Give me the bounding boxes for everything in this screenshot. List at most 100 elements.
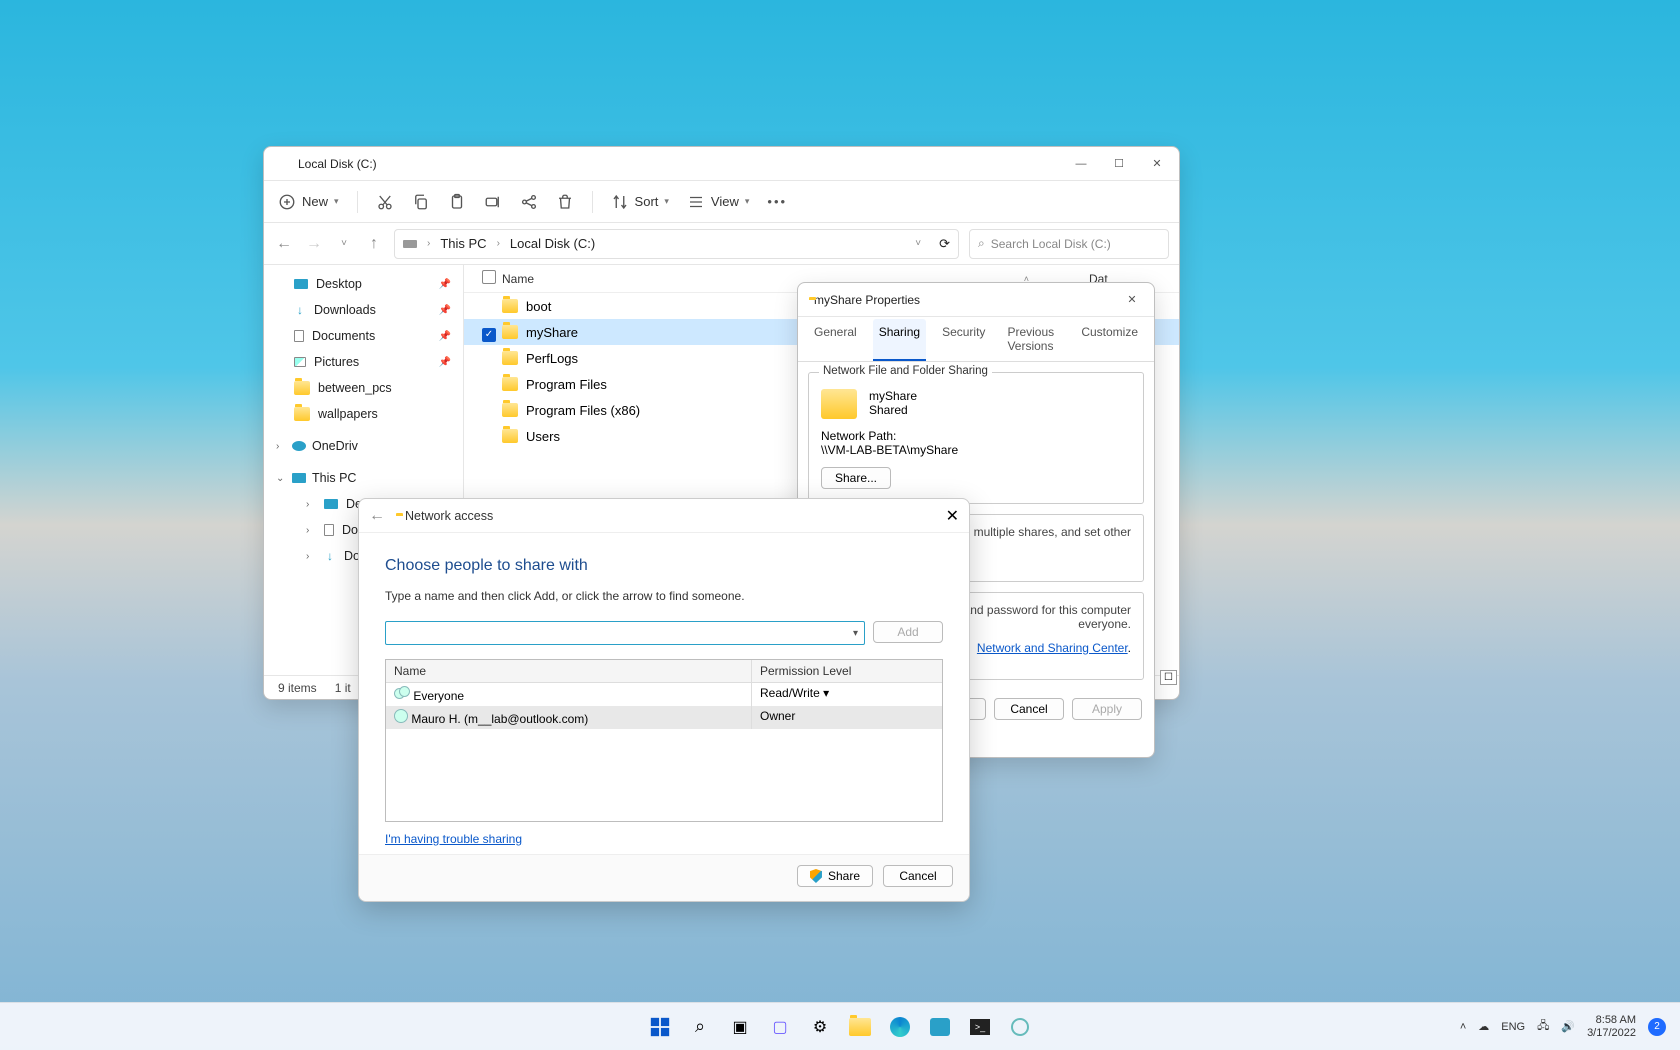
rename-icon[interactable] (484, 193, 502, 211)
share-button[interactable]: Share... (821, 467, 891, 489)
chevron-down-icon: ⌄ (276, 473, 286, 484)
tab-sharing[interactable]: Sharing (873, 319, 926, 361)
tab-security[interactable]: Security (936, 319, 991, 361)
crumb-thispc[interactable]: This PC (440, 236, 486, 251)
volume-tray-icon[interactable]: 🔊 (1561, 1020, 1575, 1033)
column-permission[interactable]: Permission Level (752, 660, 942, 682)
address-bar: ← → ˅ ↑ › This PC › Local Disk (C:) ˅ ⟳ … (264, 223, 1179, 265)
sidebar-section-onedrive[interactable]: ›OneDriv (264, 433, 463, 459)
up-button[interactable]: ↑ (364, 234, 384, 254)
permission-dropdown[interactable]: Read/Write ▾ (752, 683, 942, 706)
pin-icon: 📌 (439, 279, 451, 290)
search-button[interactable]: ⌕ (684, 1011, 716, 1043)
chevron-down-icon[interactable]: ˅ (915, 238, 921, 249)
search-input[interactable]: ⌕ Search Local Disk (C:) (969, 229, 1169, 259)
terminal-icon: >_ (970, 1019, 990, 1035)
list-item-selected[interactable]: Mauro H. (m__lab@outlook.com) Owner (386, 706, 942, 729)
close-button[interactable]: ✕ (1120, 288, 1144, 312)
tab-previous-versions[interactable]: Previous Versions (1001, 319, 1065, 361)
folder-icon (502, 325, 518, 339)
user-icon (394, 709, 408, 723)
wizard-header[interactable]: ← Network access ✕ (359, 499, 969, 533)
close-button[interactable]: ✕ (946, 506, 959, 526)
chevron-down-icon[interactable]: ˅ (334, 234, 354, 254)
cut-icon[interactable] (376, 193, 394, 211)
cancel-button[interactable]: Cancel (994, 698, 1064, 720)
folder-icon (502, 429, 518, 443)
delete-icon[interactable] (556, 193, 574, 211)
view-mode-button[interactable]: ☐ (1160, 667, 1177, 685)
close-button[interactable]: ✕ (1145, 152, 1169, 176)
maximize-button[interactable]: ☐ (1107, 152, 1131, 176)
taskbar-app-explorer[interactable] (844, 1011, 876, 1043)
language-indicator[interactable]: ENG (1501, 1021, 1525, 1033)
column-name[interactable]: Name (386, 660, 752, 682)
explorer-titlebar[interactable]: Local Disk (C:) ― ☐ ✕ (264, 147, 1179, 181)
sidebar-section-thispc[interactable]: ⌄This PC (264, 465, 463, 491)
taskbar-app-store[interactable] (924, 1011, 956, 1043)
more-icon[interactable]: ••• (767, 194, 787, 209)
list-item[interactable]: Everyone Read/Write ▾ (386, 683, 942, 706)
pin-icon: 📌 (439, 331, 451, 342)
task-view-button[interactable]: ▣ (724, 1011, 756, 1043)
sidebar-item-documents[interactable]: Documents📌 (264, 323, 463, 349)
copy-icon[interactable] (412, 193, 430, 211)
properties-titlebar[interactable]: myShare Properties ✕ (798, 283, 1154, 317)
taskbar-app-edge[interactable] (884, 1011, 916, 1043)
taskbar-app-terminal[interactable]: >_ (964, 1011, 996, 1043)
breadcrumb[interactable]: › This PC › Local Disk (C:) ˅ ⟳ (394, 229, 959, 259)
chevron-down-icon[interactable]: ▾ (853, 628, 858, 639)
taskbar-app-chat[interactable]: ▢ (764, 1011, 796, 1043)
status-items: 9 items (278, 681, 317, 695)
network-sharing-center-link[interactable]: Network and Sharing Center (977, 641, 1128, 655)
chevron-down-icon: ▾ (664, 196, 669, 207)
back-icon[interactable]: ← (369, 507, 385, 525)
notification-badge[interactable]: 2 (1648, 1018, 1666, 1036)
downloads-icon: ↓ (324, 550, 336, 562)
add-button[interactable]: Add (873, 621, 943, 643)
tray-chevron-icon[interactable]: ˄ (1460, 1021, 1466, 1033)
sidebar-item-between-pcs[interactable]: between_pcs (264, 375, 463, 401)
onedrive-tray-icon[interactable]: ☁ (1478, 1020, 1489, 1033)
sidebar-item-desktop[interactable]: Desktop📌 (264, 271, 463, 297)
sidebar-item-pictures[interactable]: Pictures📌 (264, 349, 463, 375)
back-button[interactable]: ← (274, 234, 294, 254)
view-icon (687, 193, 705, 211)
name-input[interactable]: ▾ (385, 621, 865, 645)
new-button[interactable]: New ▾ (278, 193, 339, 211)
network-access-dialog: ← Network access ✕ Choose people to shar… (358, 498, 970, 902)
chevron-right-icon: › (276, 441, 286, 452)
drive-icon (403, 240, 417, 248)
taskbar-app-cortana[interactable] (1004, 1011, 1036, 1043)
clock[interactable]: 8:58 AM 3/17/2022 (1587, 1014, 1636, 1039)
forward-button[interactable]: → (304, 234, 324, 254)
cancel-button[interactable]: Cancel (883, 865, 953, 887)
tab-general[interactable]: General (808, 319, 863, 361)
paste-icon[interactable] (448, 193, 466, 211)
refresh-icon[interactable]: ⟳ (939, 236, 950, 252)
select-all-checkbox[interactable] (482, 270, 502, 287)
apply-button[interactable]: Apply (1072, 698, 1142, 720)
sort-button[interactable]: Sort ▾ (611, 193, 669, 211)
folder-icon (294, 407, 310, 421)
share-icon[interactable] (520, 193, 538, 211)
crumb-drive[interactable]: Local Disk (C:) (510, 236, 595, 251)
sidebar-item-wallpapers[interactable]: wallpapers (264, 401, 463, 427)
chevron-right-icon: › (497, 238, 500, 249)
view-button[interactable]: View ▾ (687, 193, 749, 211)
downloads-icon: ↓ (294, 304, 306, 316)
search-placeholder: Search Local Disk (C:) (991, 237, 1111, 251)
network-tray-icon[interactable]: 🖧 (1537, 1017, 1549, 1036)
checkbox-checked-icon[interactable]: ✓ (482, 328, 496, 342)
trouble-sharing-link[interactable]: I'm having trouble sharing (385, 832, 522, 846)
minimize-button[interactable]: ― (1069, 152, 1093, 176)
tab-customize[interactable]: Customize (1075, 319, 1144, 361)
share-name: myShare (869, 389, 917, 403)
taskbar-app-settings[interactable]: ⚙ (804, 1011, 836, 1043)
chat-icon: ▢ (772, 1017, 787, 1037)
start-button[interactable] (644, 1011, 676, 1043)
share-list: Name Permission Level Everyone Read/Writ… (385, 659, 943, 822)
pin-icon: 📌 (439, 305, 451, 316)
sidebar-item-downloads[interactable]: ↓Downloads📌 (264, 297, 463, 323)
share-button[interactable]: Share (797, 865, 873, 887)
